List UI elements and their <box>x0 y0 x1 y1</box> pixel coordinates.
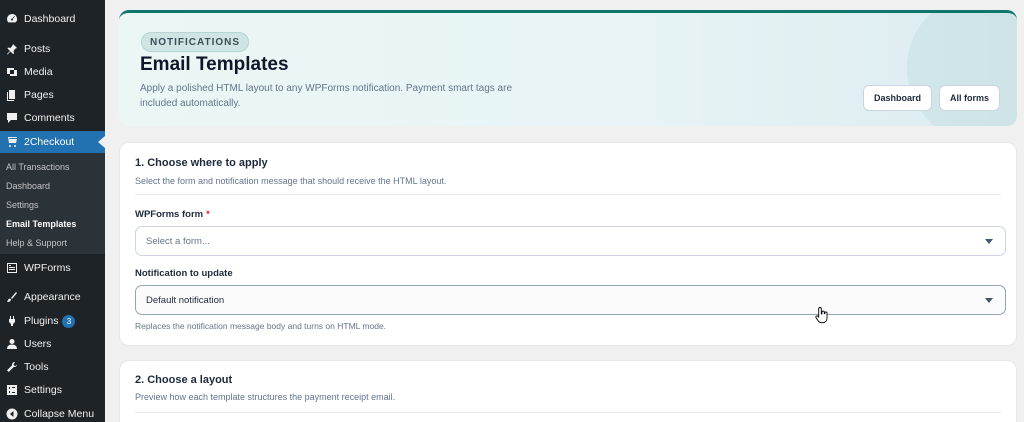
form-select-label: WPForms form * <box>135 209 210 220</box>
form-select-placeholder: Select a form... <box>146 235 210 247</box>
sidebar-item-label: Pages <box>24 89 54 101</box>
wpforms-icon <box>5 262 18 275</box>
sidebar-item-plugins[interactable]: Plugins 3 <box>0 310 105 332</box>
page-header: NOTIFICATIONS Email Templates Apply a po… <box>119 10 1017 126</box>
apply-section-card: 1. Choose where to apply Select the form… <box>119 142 1017 346</box>
submenu-help-support[interactable]: Help & Support <box>6 238 67 248</box>
all-forms-button[interactable]: All forms <box>939 85 1001 111</box>
sidebar-item-posts[interactable]: Posts <box>0 38 105 60</box>
notification-select-value: Default notification <box>146 294 225 306</box>
sidebar-item-label: Tools <box>24 361 49 373</box>
sidebar-item-label: 2Checkout <box>24 136 75 148</box>
collapse-menu-button[interactable]: Collapse Menu <box>0 403 105 422</box>
section-title: 1. Choose where to apply <box>135 157 268 169</box>
sidebar-item-label: Media <box>24 66 53 78</box>
sidebar-item-label: WPForms <box>24 262 71 274</box>
pin-icon <box>5 43 18 56</box>
admin-sidebar: Dashboard Posts Media Pages Comments 2Ch… <box>0 0 105 422</box>
sidebar-item-dashboard[interactable]: Dashboard <box>0 8 105 30</box>
form-label-text: WPForms form <box>135 209 204 220</box>
main-content: NOTIFICATIONS Email Templates Apply a po… <box>105 0 1024 422</box>
form-select[interactable]: Select a form... <box>135 226 1006 256</box>
sidebar-item-label: Posts <box>24 43 51 55</box>
plugin-update-badge: 3 <box>62 314 76 328</box>
sidebar-item-pages[interactable]: Pages <box>0 84 105 106</box>
submenu-settings[interactable]: Settings <box>6 200 39 210</box>
chevron-down-icon <box>985 239 993 244</box>
divider <box>135 194 1001 195</box>
collapse-icon <box>5 408 18 421</box>
cart-icon <box>5 136 18 149</box>
sidebar-item-media[interactable]: Media <box>0 61 105 83</box>
submenu-all-transactions[interactable]: All Transactions <box>6 162 70 172</box>
2checkout-submenu: All Transactions Dashboard Settings Emai… <box>0 153 105 254</box>
notification-help-text: Replaces the notification message body a… <box>135 321 387 331</box>
sidebar-item-label: Settings <box>24 384 62 396</box>
sidebar-item-2checkout[interactable]: 2Checkout <box>0 131 105 153</box>
settings-icon <box>5 384 18 397</box>
sidebar-item-label: Dashboard <box>24 13 76 25</box>
page-description: Apply a polished HTML layout to any WPFo… <box>140 83 513 109</box>
notification-select[interactable]: Default notification <box>135 285 1006 315</box>
sidebar-item-wpforms[interactable]: WPForms <box>0 257 105 279</box>
section-title: 2. Choose a layout <box>135 374 233 386</box>
sidebar-item-comments[interactable]: Comments <box>0 107 105 129</box>
sidebar-item-appearance[interactable]: Appearance <box>0 286 105 308</box>
chevron-down-icon <box>985 298 993 303</box>
dashboard-icon <box>5 13 18 26</box>
pages-icon <box>5 89 18 102</box>
plugin-icon <box>5 315 18 328</box>
required-marker: * <box>206 209 210 220</box>
section-chip: NOTIFICATIONS <box>141 32 250 52</box>
comment-icon <box>5 112 18 125</box>
sidebar-item-label: Appearance <box>24 291 81 303</box>
sidebar-item-label: Users <box>24 338 52 350</box>
sidebar-item-tools[interactable]: Tools <box>0 356 105 378</box>
brush-icon <box>5 291 18 304</box>
media-icon <box>5 66 18 79</box>
submenu-dashboard[interactable]: Dashboard <box>6 181 50 191</box>
hand-cursor-icon <box>815 307 828 324</box>
sidebar-item-settings[interactable]: Settings <box>0 379 105 401</box>
section-subtitle: Select the form and notification message… <box>135 176 447 186</box>
divider <box>135 412 1001 413</box>
wrench-icon <box>5 361 18 374</box>
user-icon <box>5 338 18 351</box>
sidebar-item-users[interactable]: Users <box>0 333 105 355</box>
page-title: Email Templates <box>140 54 289 75</box>
layout-section-card: 2. Choose a layout Preview how each temp… <box>119 360 1017 422</box>
sidebar-item-label: Comments <box>24 112 75 124</box>
section-subtitle: Preview how each template structures the… <box>135 392 396 402</box>
submenu-email-templates[interactable]: Email Templates <box>6 219 76 229</box>
notification-select-label: Notification to update <box>135 268 233 279</box>
sidebar-item-label: Collapse Menu <box>24 408 95 420</box>
sidebar-item-label: Plugins <box>24 315 59 327</box>
dashboard-button[interactable]: Dashboard <box>863 85 933 111</box>
